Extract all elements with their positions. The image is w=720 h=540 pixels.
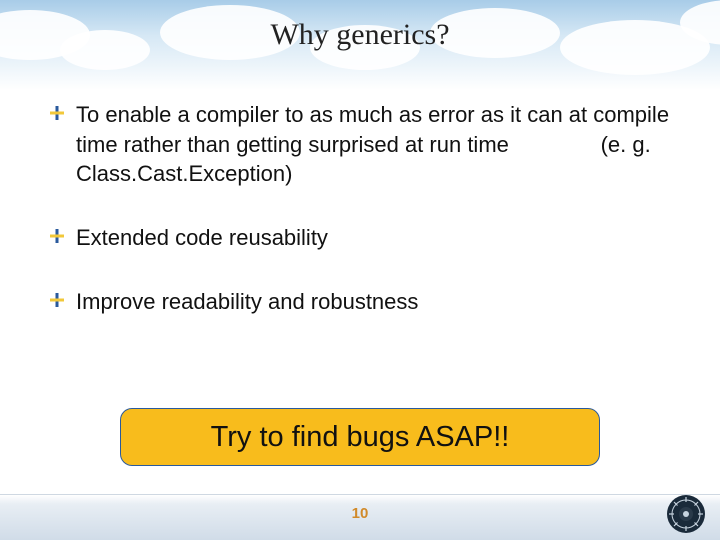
callout-text: Try to find bugs ASAP!! [211,421,510,454]
bullet-text: Improve readability and robustness [76,289,418,314]
page-number: 10 [0,505,720,522]
list-item: Improve readability and robustness [50,287,670,317]
content-area: To enable a compiler to as much as error… [50,100,670,350]
bullet-icon [50,106,64,120]
list-item: Extended code reusability [50,223,670,253]
bullet-icon [50,293,64,307]
slide-title: Why generics? [0,18,720,52]
bullet-text: Extended code reusability [76,225,328,250]
institution-logo-icon [666,494,706,534]
bullet-icon [50,229,64,243]
callout-box: Try to find bugs ASAP!! [120,408,600,466]
list-item: To enable a compiler to as much as error… [50,100,670,189]
bullet-text: To enable a compiler to as much as error… [76,102,669,186]
